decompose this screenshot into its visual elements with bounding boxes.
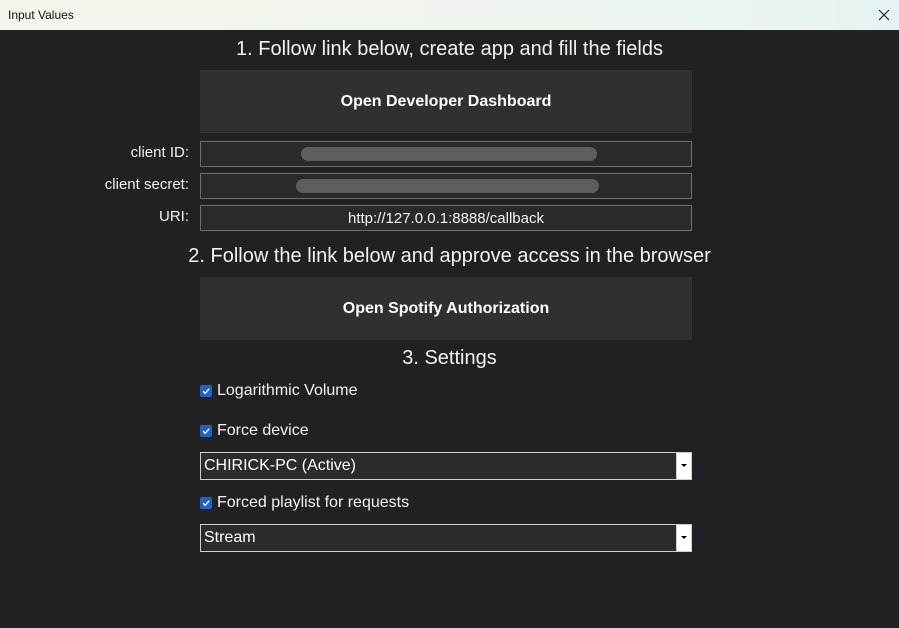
client-secret-field[interactable] [200, 173, 692, 199]
chevron-down-icon [681, 464, 687, 467]
close-button[interactable] [869, 0, 899, 30]
window-title: Input Values [8, 8, 74, 22]
close-icon [878, 9, 890, 21]
force-device-checkbox[interactable]: Force device [200, 422, 309, 440]
checkbox-checked-icon [200, 497, 212, 509]
step1-heading: 1. Follow link below, create app and fil… [236, 38, 663, 60]
logarithmic-volume-label: Logarithmic Volume [217, 382, 358, 399]
client-id-field[interactable] [200, 141, 692, 167]
open-developer-dashboard-button[interactable]: Open Developer Dashboard [200, 70, 692, 133]
device-select[interactable]: CHIRICK-PC (Active) [200, 452, 692, 480]
dropdown-arrow-button[interactable] [676, 525, 691, 551]
dropdown-arrow-button[interactable] [676, 453, 691, 479]
client-secret-label: client secret: [104, 176, 189, 193]
checkbox-checked-icon [200, 385, 212, 397]
device-selected-value: CHIRICK-PC (Active) [204, 457, 357, 474]
uri-label: URI: [159, 208, 189, 225]
forced-playlist-label: Forced playlist for requests [217, 494, 410, 511]
client-id-label: client ID: [130, 144, 189, 161]
playlist-select[interactable]: Stream [200, 524, 692, 552]
redacted-client-secret [296, 179, 599, 193]
redacted-client-id [301, 147, 597, 161]
playlist-selected-value: Stream [204, 529, 256, 546]
uri-value: http://127.0.0.1:8888/callback [348, 209, 544, 227]
title-bar: Input Values [0, 0, 899, 30]
uri-field[interactable]: http://127.0.0.1:8888/callback [200, 205, 692, 231]
logarithmic-volume-checkbox[interactable]: Logarithmic Volume [200, 382, 358, 400]
step2-heading: 2. Follow the link below and approve acc… [188, 245, 711, 267]
step3-heading: 3. Settings [402, 347, 497, 369]
open-spotify-authorization-button[interactable]: Open Spotify Authorization [200, 277, 692, 340]
forced-playlist-checkbox[interactable]: Forced playlist for requests [200, 494, 409, 512]
chevron-down-icon [681, 536, 687, 539]
force-device-label: Force device [217, 422, 309, 439]
checkbox-checked-icon [200, 425, 212, 437]
